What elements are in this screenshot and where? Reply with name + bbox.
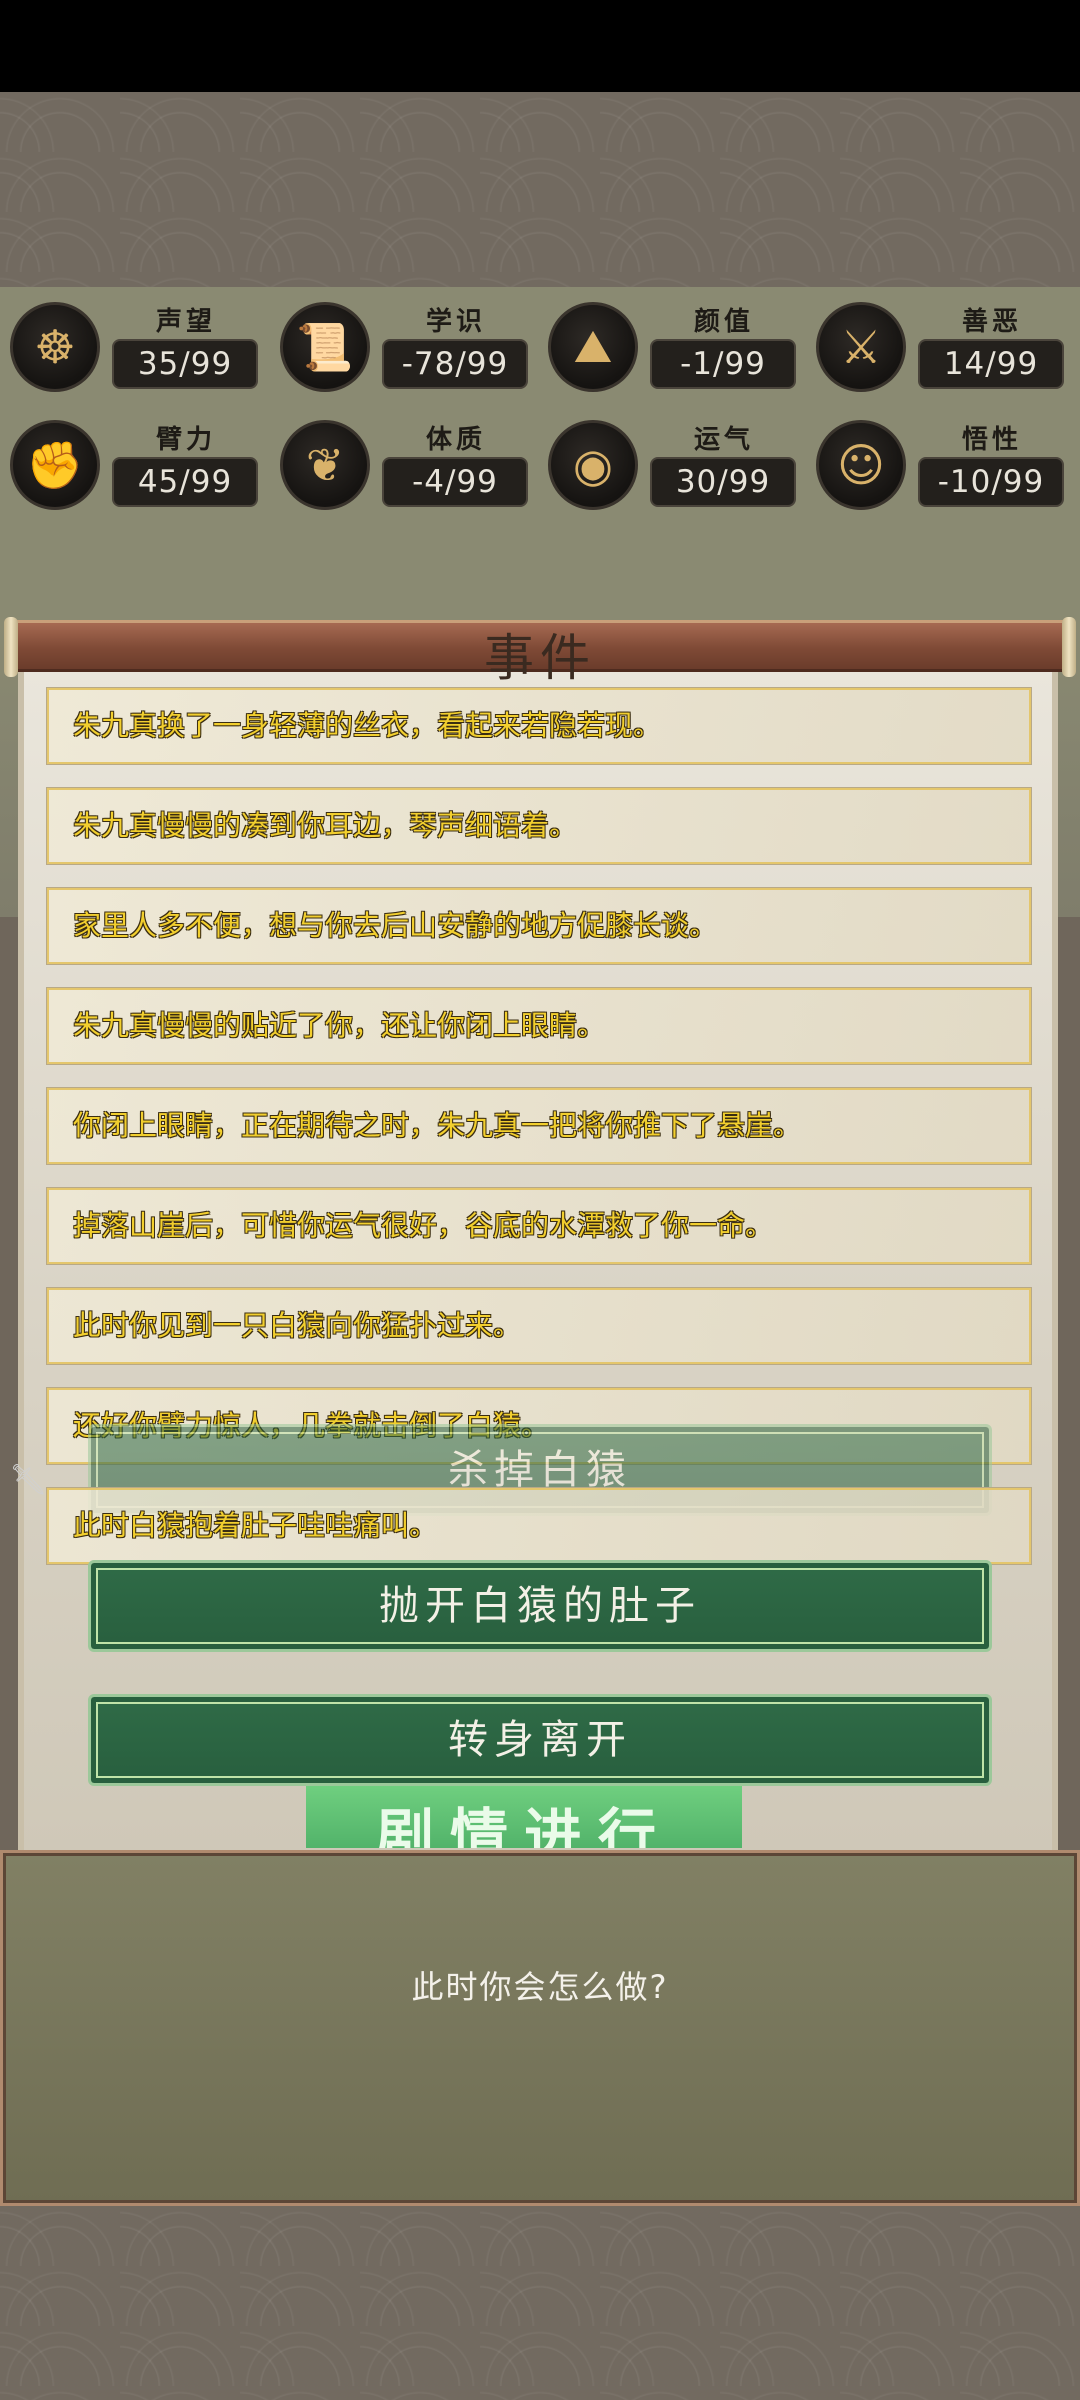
stat-name: 学识 [425, 307, 486, 337]
stat-name: 运气 [693, 425, 754, 455]
stat-name: 声望 [155, 307, 216, 337]
stat-value: -4/99 [382, 457, 528, 507]
choice-leave-button[interactable]: 转身离开 [88, 1694, 992, 1786]
guardian-statue-icon: ☸ [10, 302, 100, 392]
stat-strength[interactable]: ✊ 臂力 45/99 [0, 413, 270, 513]
top-wave-pattern [0, 92, 1080, 287]
log-entry: 此时你见到一只白猿向你猛扑过来。 [46, 1287, 1032, 1365]
stat-value: 30/99 [650, 457, 796, 507]
stat-value: -10/99 [918, 457, 1064, 507]
choice-cut-belly-button[interactable]: 抛开白猿的肚子 [88, 1560, 992, 1652]
log-entry: 此时白猿抱着肚子哇哇痛叫。 [46, 1487, 1032, 1565]
stat-value: -1/99 [650, 339, 796, 389]
stat-reputation[interactable]: ☸ 声望 35/99 [0, 295, 270, 395]
gold-ingot-icon: ◉ [548, 420, 638, 510]
crossed-swords-icon: ⚔ [816, 302, 906, 392]
stat-name: 善恶 [961, 307, 1022, 337]
stat-value: 14/99 [918, 339, 1064, 389]
stat-value: 35/99 [112, 339, 258, 389]
stat-luck[interactable]: ◉ 运气 30/99 [538, 413, 808, 513]
status-bar [0, 0, 1080, 92]
stat-value: 45/99 [112, 457, 258, 507]
log-entry: 你闭上眼睛，正在期待之时，朱九真一把将你推下了悬崖。 [46, 1087, 1032, 1165]
meditating-figure-icon: ❦ [280, 420, 370, 510]
event-title: 事件 [484, 629, 596, 687]
stat-value: -78/99 [382, 339, 528, 389]
straw-hat-icon: ⛰ [548, 302, 638, 392]
stats-panel: ☸ 声望 35/99 📜 学识 -78/99 ⛰ 颜值 -1/99 ⚔ 善恶 1… [0, 287, 1080, 917]
stat-name: 颜值 [693, 307, 754, 337]
stat-name: 体质 [425, 425, 486, 455]
story-progress-tab: 剧情进行 [306, 1786, 742, 1848]
stat-constitution[interactable]: ❦ 体质 -4/99 [270, 413, 540, 513]
stat-morality[interactable]: ⚔ 善恶 14/99 [806, 295, 1076, 395]
log-entry: 朱九真慢慢的凑到你耳边，琴声细语着。 [46, 787, 1032, 865]
log-entry: 掉落山崖后，可惜你运气很好，谷底的水潭救了你一命。 [46, 1187, 1032, 1265]
bottom-wave-pattern [0, 2206, 1080, 2400]
head-profile-icon: ☺ [816, 420, 906, 510]
log-entry: 家里人多不便，想与你去后山安静的地方促膝长谈。 [46, 887, 1032, 965]
prompt-text: 此时你会怎么做? [411, 1968, 669, 2006]
stat-looks[interactable]: ⛰ 颜值 -1/99 [538, 295, 808, 395]
sword-icon: 🗡 [11, 1460, 47, 1499]
scroll-book-icon: 📜 [280, 302, 370, 392]
log-entry: 朱九真慢慢的贴近了你，还让你闭上眼睛。 [46, 987, 1032, 1065]
prompt-box [0, 1850, 1080, 2206]
fist-icon: ✊ [10, 420, 100, 510]
stat-name: 臂力 [155, 425, 216, 455]
log-entry: 朱九真换了一身轻薄的丝衣，看起来若隐若现。 [46, 687, 1032, 765]
stat-knowledge[interactable]: 📜 学识 -78/99 [270, 295, 540, 395]
stat-comprehension[interactable]: ☺ 悟性 -10/99 [806, 413, 1076, 513]
stat-name: 悟性 [961, 425, 1022, 455]
